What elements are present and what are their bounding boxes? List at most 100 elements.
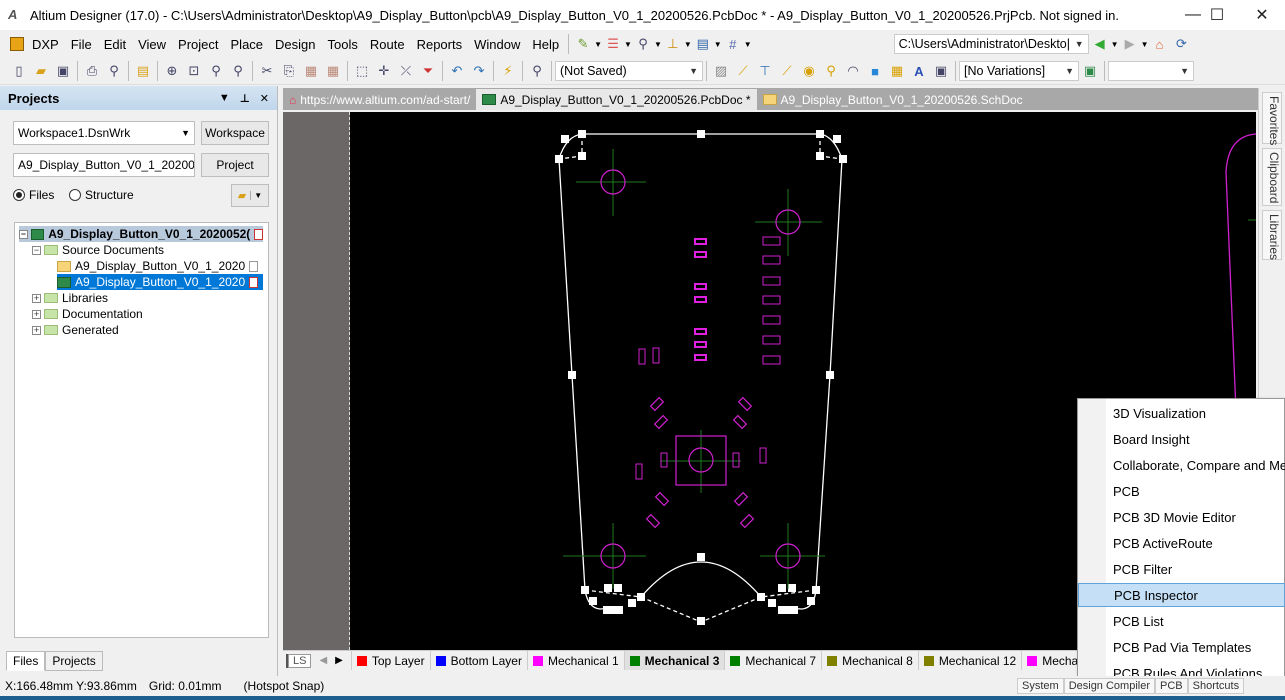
menu-reports[interactable]: Reports (411, 37, 469, 52)
expand-icon[interactable]: + (32, 325, 41, 335)
open-document-icon[interactable]: ▤ (132, 60, 154, 82)
interactive-route-icon[interactable]: ▨ (710, 60, 732, 82)
tab-projects[interactable]: Projects (45, 651, 103, 671)
differential-pair-icon[interactable]: ⊤ (754, 60, 776, 82)
arc-icon[interactable]: ◠ (842, 60, 864, 82)
extra-combo[interactable]: ▼ (1108, 61, 1194, 81)
path-combo[interactable]: C:\Users\Administrator\Deskto| ▼ (893, 34, 1089, 54)
tree-item-project[interactable]: − A9_Display_Button_V0_1_2020052( (19, 226, 263, 242)
files-radio[interactable]: Files (13, 188, 54, 202)
pcb-board-icon[interactable]: ▣ (1079, 60, 1101, 82)
deselect-icon[interactable]: ⤫ (395, 60, 417, 82)
menu-file[interactable]: File (65, 37, 98, 52)
layer-set-button[interactable]: LS (288, 653, 312, 668)
collapse-icon[interactable]: − (32, 245, 41, 255)
tab-files[interactable]: Files (6, 651, 46, 671)
context-menu-item[interactable]: PCB Filter (1078, 557, 1285, 581)
rubber-stamp-icon[interactable]: ▦ (322, 60, 344, 82)
context-menu-item[interactable]: PCB List (1078, 609, 1285, 633)
context-menu-item[interactable]: PCB 3D Movie Editor (1078, 505, 1285, 529)
undo-icon[interactable]: ↶ (446, 60, 468, 82)
menu-help[interactable]: Help (526, 37, 565, 52)
forward-icon[interactable]: ▶ (1119, 33, 1141, 55)
context-menu-item[interactable]: Collaborate, Compare and Merge (1078, 453, 1285, 477)
menu-dxp[interactable]: DXP (26, 37, 65, 52)
tab-pcbdoc[interactable]: A9_Display_Button_V0_1_20200526.PcbDoc * (476, 89, 757, 110)
tree-item-generated[interactable]: + Generated (32, 322, 119, 338)
menu-place[interactable]: Place (225, 37, 270, 52)
paste-icon[interactable]: ▦ (300, 60, 322, 82)
menu-design[interactable]: Design (269, 37, 321, 52)
tab-altium-start[interactable]: ⌂ https://www.altium.com/ad-start/ (283, 89, 476, 110)
grid-icon[interactable]: # (722, 33, 744, 55)
structure-radio-indicator[interactable] (69, 189, 81, 201)
zoom-area-icon[interactable]: ⊡ (183, 60, 205, 82)
polygon-icon[interactable]: ▦ (886, 60, 908, 82)
project-options-button[interactable]: ▰ ▼ (231, 184, 269, 207)
zoom-filtered-icon[interactable]: ⚲ (227, 60, 249, 82)
print-icon[interactable]: ⎙ (81, 60, 103, 82)
tree-item-pcbdoc[interactable]: A9_Display_Button_V0_1_2020 (57, 274, 263, 290)
select-area-icon[interactable]: ⬚ (351, 60, 373, 82)
layer-tab[interactable]: Mechanical 3 (624, 651, 726, 670)
structure-radio[interactable]: Structure (69, 188, 134, 202)
find-icon[interactable]: ⚲ (632, 33, 654, 55)
pin-icon[interactable]: ⊥ (240, 92, 250, 105)
browse-components-icon[interactable]: ⚲ (526, 60, 548, 82)
tree-item-libraries[interactable]: + Libraries (32, 290, 108, 306)
fill-icon[interactable]: ■ (864, 60, 886, 82)
collapse-icon[interactable]: − (19, 229, 28, 239)
variations-combo[interactable]: [No Variations] ▼ (959, 61, 1079, 81)
status-tab-shortcuts[interactable]: Shortcuts (1187, 678, 1245, 694)
expand-icon[interactable]: + (32, 293, 41, 303)
close-button[interactable]: ✕ (1239, 0, 1285, 30)
project-field[interactable]: A9_Display_Button_V0_1_20200526 (13, 153, 195, 177)
pad-icon[interactable]: ◉ (798, 60, 820, 82)
new-icon[interactable]: ▯ (8, 60, 30, 82)
context-menu-item[interactable]: 3D Visualization (1078, 401, 1285, 425)
zoom-selected-icon[interactable]: ⚲ (205, 60, 227, 82)
dimension-icon[interactable]: ⊥ (662, 33, 684, 55)
tree-item-documentation[interactable]: + Documentation (32, 306, 143, 322)
dock-tab-clipboard[interactable]: Clipboard (1262, 148, 1282, 206)
workspace-button[interactable]: Workspace (201, 121, 269, 145)
panel-menu-icon[interactable]: ▼ (219, 92, 230, 105)
workspace-combo[interactable]: Workspace1.DsnWrk ▼ (13, 121, 195, 145)
status-tab-pcb[interactable]: PCB (1155, 678, 1188, 694)
status-tab-design-compiler[interactable]: Design Compiler (1063, 678, 1155, 694)
component-icon[interactable]: ▣ (930, 60, 952, 82)
menu-project[interactable]: Project (172, 37, 224, 52)
measure-icon[interactable]: ✎ (572, 33, 594, 55)
menu-edit[interactable]: Edit (98, 37, 132, 52)
clear-filter-icon[interactable]: ⏷ (417, 60, 439, 82)
layer-tab[interactable]: Mechanical 7 (725, 651, 823, 670)
layer-tab[interactable]: Top Layer (352, 651, 431, 670)
copy-icon[interactable]: ⎘ (278, 60, 300, 82)
maximize-button[interactable]: ☐ (1194, 0, 1240, 30)
tab-schdoc[interactable]: A9_Display_Button_V0_1_20200526.SchDoc (757, 89, 1029, 110)
status-tab-system[interactable]: System (1017, 678, 1064, 694)
back-icon[interactable]: ◀ (1089, 33, 1111, 55)
layer-tab[interactable]: Mechanical 1 (528, 651, 625, 670)
align-icon[interactable]: ☰ (602, 33, 624, 55)
refresh-icon[interactable]: ⟳ (1170, 33, 1192, 55)
home-icon[interactable]: ⌂ (1148, 33, 1170, 55)
room-icon[interactable]: ▤ (692, 33, 714, 55)
files-radio-indicator[interactable] (13, 189, 25, 201)
open-icon[interactable]: ▰ (30, 60, 52, 82)
scroll-left-icon[interactable]: ◀ (319, 655, 327, 666)
context-menu-item[interactable]: Board Insight (1078, 427, 1285, 451)
redo-icon[interactable]: ↷ (468, 60, 490, 82)
panel-close-icon[interactable]: ✕ (260, 92, 269, 105)
layer-tab[interactable]: Mechanical 12 (919, 651, 1023, 670)
context-menu-item[interactable]: PCB (1078, 479, 1285, 503)
cross-probe-icon[interactable]: ⚡ (497, 60, 519, 82)
multi-route-icon[interactable]: ⟋ (776, 60, 798, 82)
context-menu-item[interactable]: PCB Pad Via Templates (1078, 635, 1285, 659)
scroll-right-icon[interactable]: ▶ (335, 655, 343, 666)
layer-tab[interactable]: Mechanical 8 (822, 651, 919, 670)
dock-tab-libraries[interactable]: Libraries (1262, 210, 1282, 260)
route-icon[interactable]: ⟋ (732, 60, 754, 82)
print-preview-icon[interactable]: ⚲ (103, 60, 125, 82)
string-icon[interactable]: A (908, 60, 930, 82)
